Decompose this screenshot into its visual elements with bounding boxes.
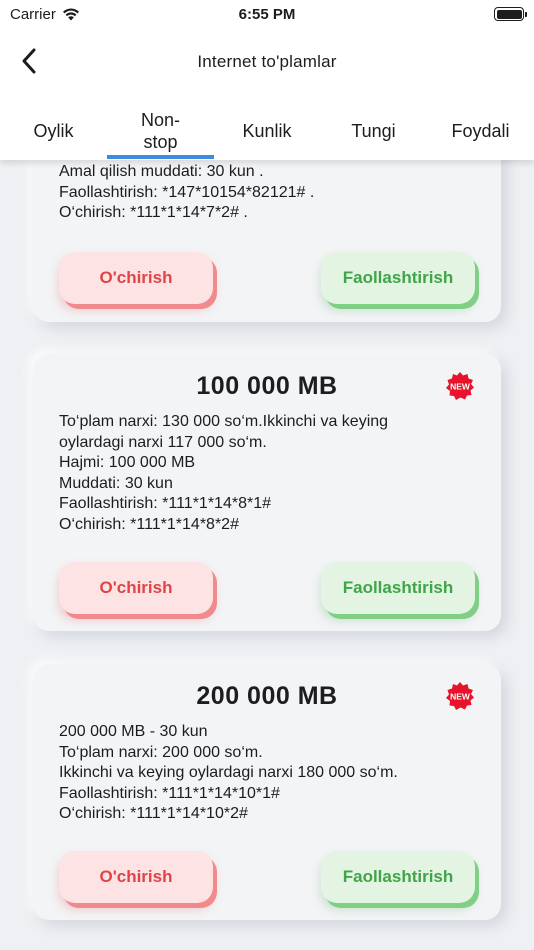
detail-line: 200 000 MB - 30 kun [59, 723, 208, 740]
deactivate-button[interactable]: O'chirish [59, 562, 213, 614]
new-badge-icon: NEW [446, 682, 474, 710]
new-badge-icon: NEW [446, 372, 474, 400]
status-bar: Carrier 6:55 PM [0, 0, 534, 28]
page-title: Internet to'plamlar [197, 52, 337, 71]
detail-line: Faollashtirish: *147*10154*82121# . [59, 183, 315, 201]
package-card: 100 000 MB NEW To‘plam narxi: 130 000 so… [33, 354, 501, 631]
package-title: 200 000 MB [196, 682, 338, 710]
active-tab-indicator [107, 155, 214, 159]
package-details: To‘plam narxi: 130 000 so‘m.Ikkinchi va … [59, 412, 481, 535]
status-carrier: Carrier [10, 6, 80, 23]
detail-line: To‘plam narxi: 130 000 so‘m.Ikkinchi va … [59, 413, 389, 430]
deactivate-button[interactable]: O'chirish [59, 851, 213, 903]
tab-oylik[interactable]: Oylik [0, 102, 107, 160]
tab-foydali[interactable]: Foydali [427, 102, 534, 160]
status-time: 6:55 PM [238, 5, 296, 23]
activate-button[interactable]: Faollashtirish [321, 851, 475, 903]
tab-tungi[interactable]: Tungi [320, 102, 427, 160]
deactivate-button[interactable]: O'chirish [59, 252, 213, 304]
detail-line: Faollashtirish: *111*1*14*8*1# [59, 495, 271, 512]
activate-button[interactable]: Faollashtirish [321, 252, 475, 304]
package-details: Amal qilish muddati: 30 kun . Faollashti… [59, 162, 481, 224]
detail-line: Amal qilish muddati: 30 kun . [59, 163, 264, 180]
package-details: 200 000 MB - 30 kun To‘plam narxi: 200 0… [59, 722, 481, 825]
detail-line: To‘plam narxi: 200 000 so‘m. [59, 743, 263, 761]
detail-line: O‘chirish: *111*1*14*10*2# [59, 805, 248, 822]
detail-line: Hajmi: 100 000 MB [59, 454, 196, 471]
detail-line: oylardagi narxi 117 000 so‘m. [59, 433, 267, 451]
tab-bar: Oylik Non- stop Kunlik Tungi Foydali [0, 102, 534, 160]
detail-line: Muddati: 30 kun [59, 474, 173, 492]
app-header: Internet to'plamlar Oylik Non- stop Kunl… [0, 28, 534, 160]
package-title: 100 000 MB [196, 372, 338, 400]
tab-non-stop[interactable]: Non- stop [107, 102, 214, 160]
battery-icon [494, 7, 527, 21]
svg-text:NEW: NEW [450, 692, 471, 702]
detail-line: Ikkinchi va keying oylardagi narxi 180 0… [59, 764, 398, 781]
activate-button[interactable]: Faollashtirish [321, 562, 475, 614]
detail-line: O‘chirish: *111*1*14*7*2# . [59, 204, 248, 221]
wifi-icon [62, 7, 79, 20]
detail-line: Faollashtirish: *111*1*14*10*1# [59, 784, 280, 802]
tab-kunlik[interactable]: Kunlik [214, 102, 320, 160]
package-card: 200 000 MB NEW 200 000 MB - 30 kun To‘pl… [33, 664, 501, 920]
detail-line: O‘chirish: *111*1*14*8*2# [59, 515, 239, 533]
svg-text:NEW: NEW [450, 382, 471, 392]
carrier-label: Carrier [10, 5, 56, 23]
